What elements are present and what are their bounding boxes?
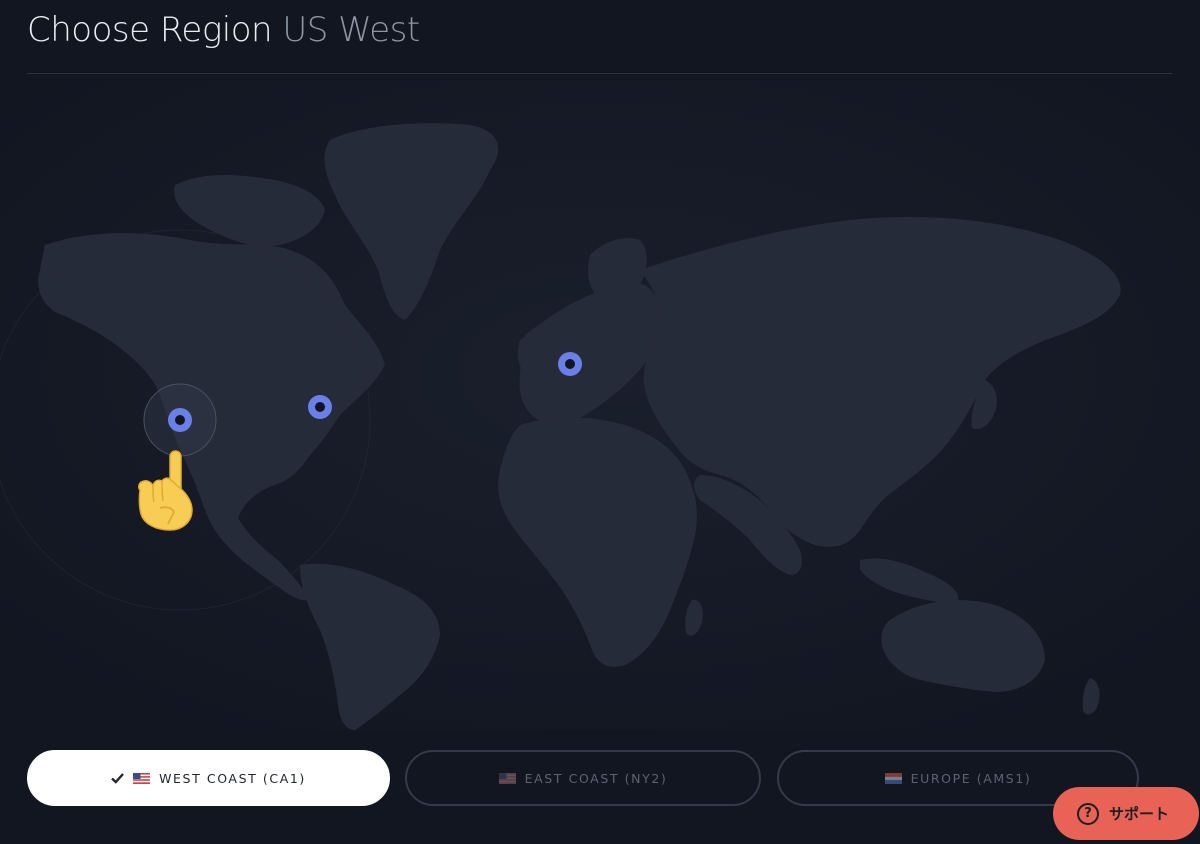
marker-west-coast[interactable]	[168, 408, 192, 432]
check-icon	[111, 773, 124, 784]
region-button-label: EUROPE (AMS1)	[910, 770, 1032, 786]
nl-flag-icon	[884, 772, 902, 784]
page-title: Choose Region US West	[27, 10, 420, 50]
question-icon: ?	[1076, 802, 1099, 825]
region-button-east-coast[interactable]: EAST COAST (NY2)	[405, 750, 761, 806]
region-button-west-coast[interactable]: WEST COAST (CA1)	[27, 750, 390, 806]
header-divider	[27, 73, 1172, 74]
region-selector: WEST COAST (CA1) EAST COAST (NY2) EUROPE…	[27, 750, 1177, 806]
region-button-label: EAST COAST (NY2)	[524, 770, 668, 786]
us-flag-icon	[133, 772, 151, 784]
selected-region-name: US West	[282, 10, 420, 50]
marker-east-coast[interactable]	[308, 395, 332, 419]
world-map	[0, 80, 1200, 730]
us-flag-icon	[498, 772, 516, 784]
pointing-hand-icon	[132, 448, 196, 532]
support-label: サポート	[1108, 805, 1169, 823]
region-button-label: WEST COAST (CA1)	[159, 770, 306, 786]
marker-europe[interactable]	[558, 352, 582, 376]
title-prefix: Choose Region	[27, 10, 273, 50]
world-map-svg	[0, 80, 1200, 730]
support-button[interactable]: ? サポート	[1053, 787, 1199, 840]
